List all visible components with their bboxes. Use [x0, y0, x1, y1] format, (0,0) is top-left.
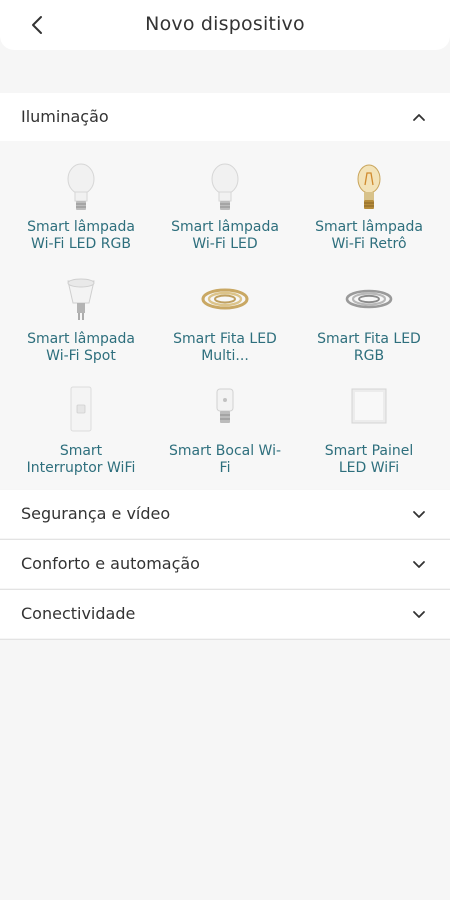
- device-grid: Smart lâmpada Wi-Fi LED RGB Smart lâmpada…: [0, 141, 450, 489]
- device-label: Smart lâmpada: [315, 219, 423, 235]
- category-header[interactable]: Conectividade: [0, 590, 450, 638]
- device-label: Smart Painel: [324, 443, 414, 459]
- device-item[interactable]: Smart Painel LED WiFi: [296, 383, 442, 483]
- device-label: Wi-Fi Retrô: [331, 236, 407, 252]
- device-name: Smart Bocal Wi- Fi: [152, 443, 298, 477]
- category-conectividade[interactable]: Conectividade: [0, 590, 450, 638]
- category-label: Conforto e automação: [21, 554, 200, 573]
- device-label: Smart lâmpada: [27, 219, 135, 235]
- device-name: Smart lâmpada Wi-Fi Spot: [8, 331, 154, 365]
- device-name: Smart Fita LED RGB: [296, 331, 442, 365]
- chevron-down-icon: [413, 511, 425, 518]
- category-label: Conectividade: [21, 604, 136, 623]
- device-item[interactable]: Smart Fita LED RGB: [296, 271, 442, 371]
- device-name: Smart lâmpada Wi-Fi LED: [152, 219, 298, 253]
- retro-bulb-icon: [357, 164, 381, 209]
- device-label: Multi...: [201, 348, 249, 364]
- device-label: Smart lâmpada: [171, 219, 279, 235]
- bulb-icon: [67, 163, 95, 210]
- device-name: Smart Fita LED Multi...: [152, 331, 298, 365]
- device-item[interactable]: Smart lâmpada Wi-Fi LED: [152, 159, 298, 259]
- category-header[interactable]: Conforto e automação: [0, 540, 450, 588]
- device-label: LED WiFi: [338, 460, 400, 476]
- device-item[interactable]: Smart Interruptor WiFi: [8, 383, 154, 483]
- device-item[interactable]: Smart lâmpada Wi-Fi Retrô: [296, 159, 442, 259]
- category-header[interactable]: Iluminação: [0, 93, 450, 141]
- device-item[interactable]: Smart Fita LED Multi...: [152, 271, 298, 371]
- led-strip-icon: [345, 289, 393, 309]
- bulb-icon: [211, 163, 239, 210]
- category-header[interactable]: Segurança e vídeo: [0, 490, 450, 538]
- device-label: Fi: [219, 460, 231, 476]
- device-label: RGB: [353, 348, 385, 364]
- device-label: Wi-Fi LED: [192, 236, 258, 252]
- wall-switch-icon: [70, 386, 92, 432]
- device-name: Smart Painel LED WiFi: [296, 443, 442, 477]
- led-strip-icon: [201, 288, 249, 310]
- chevron-down-icon: [413, 561, 425, 568]
- device-name: Smart Interruptor WiFi: [8, 443, 154, 477]
- device-label: Smart: [59, 443, 103, 459]
- device-name: Smart lâmpada Wi-Fi Retrô: [296, 219, 442, 253]
- device-label: Smart Fita LED: [317, 331, 421, 347]
- device-label: Smart lâmpada: [27, 331, 135, 347]
- device-label: Wi-Fi LED RGB: [31, 236, 131, 252]
- device-item[interactable]: Smart lâmpada Wi-Fi LED RGB: [8, 159, 154, 259]
- category-iluminacao[interactable]: Iluminação: [0, 93, 450, 141]
- device-name: Smart lâmpada Wi-Fi LED RGB: [8, 219, 154, 253]
- device-label: Smart Fita LED: [173, 331, 277, 347]
- device-label: Interruptor WiFi: [26, 460, 136, 476]
- chevron-down-icon: [413, 611, 425, 618]
- app-header: Novo dispositivo: [0, 0, 450, 50]
- bulb-socket-icon: [216, 388, 234, 423]
- category-seguranca[interactable]: Segurança e vídeo: [0, 490, 450, 538]
- divider: [0, 639, 450, 640]
- category-label: Segurança e vídeo: [21, 504, 171, 523]
- device-item[interactable]: Smart lâmpada Wi-Fi Spot: [8, 271, 154, 371]
- led-panel-icon: [351, 388, 387, 424]
- spot-bulb-icon: [67, 278, 95, 320]
- category-conforto[interactable]: Conforto e automação: [0, 540, 450, 588]
- device-label: Wi-Fi Spot: [46, 348, 116, 364]
- device-item[interactable]: Smart Bocal Wi- Fi: [152, 383, 298, 483]
- device-label: Smart Bocal Wi-: [168, 443, 282, 459]
- category-label: Iluminação: [21, 107, 109, 126]
- chevron-up-icon: [413, 114, 425, 121]
- page-title: Novo dispositivo: [145, 13, 305, 35]
